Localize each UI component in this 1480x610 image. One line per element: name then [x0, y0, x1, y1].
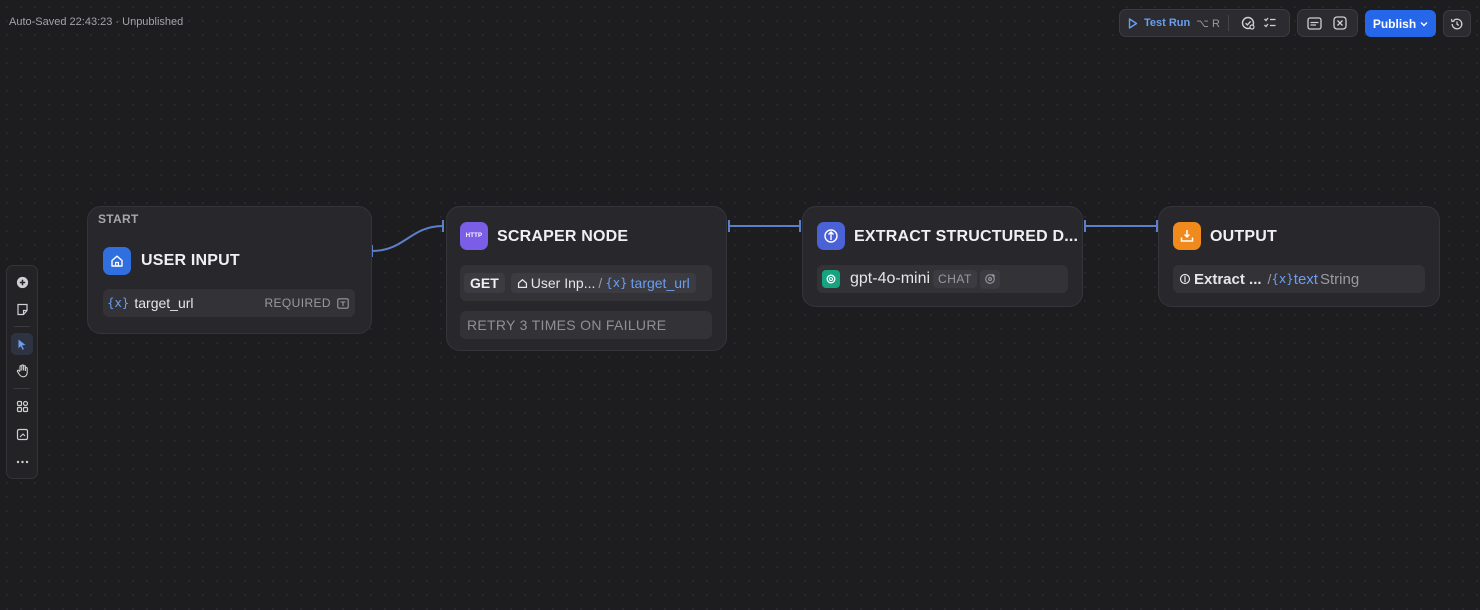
test-run-label: Test Run — [1144, 17, 1191, 29]
required-label: REQUIRED — [264, 296, 331, 310]
variables-button[interactable] — [1329, 12, 1351, 34]
source-node-name: Extract ... — [1194, 270, 1262, 288]
test-run-group: Test Run ⌥ R — [1119, 9, 1290, 37]
play-icon — [1128, 17, 1138, 29]
variable-icon: {x} — [107, 296, 130, 310]
extract-icon — [1179, 273, 1191, 285]
extract-icon — [817, 222, 845, 250]
more-icon — [16, 460, 28, 464]
request-url-field[interactable]: GET User Inp... / {x} target_url — [460, 265, 712, 301]
version-history-button[interactable] — [1443, 10, 1471, 37]
variable-x-icon — [1333, 16, 1347, 30]
note-icon — [16, 303, 28, 315]
hand-icon — [16, 364, 28, 378]
variable-name: text — [1293, 270, 1318, 288]
variable-reference: User Inp... / {x} target_url — [510, 273, 696, 293]
source-node-name: User Inp... — [530, 275, 596, 291]
env-group — [1297, 9, 1358, 37]
more-options-button[interactable] — [11, 451, 33, 473]
field-name: target_url — [134, 295, 194, 311]
home-icon — [103, 247, 131, 275]
pointer-mode-button[interactable] — [11, 333, 33, 355]
chevron-down-icon — [1420, 21, 1428, 26]
test-run-shortcut: ⌥ R — [1196, 17, 1220, 30]
text-input-icon — [337, 297, 349, 309]
openai-icon — [822, 270, 840, 288]
checklist-icon — [1263, 17, 1276, 28]
user-input-title: USER INPUT — [141, 252, 240, 269]
pointer-icon — [18, 339, 26, 350]
publish-label: Publish — [1372, 16, 1417, 31]
model-name: gpt-4o-mini — [850, 270, 931, 287]
add-circle-icon — [16, 276, 28, 288]
retry-setting[interactable]: RETRY 3 TIMES ON FAILURE — [460, 311, 712, 339]
canvas-toolbar — [6, 265, 38, 479]
path-separator: / — [598, 275, 603, 291]
variable-type: String — [1319, 270, 1360, 288]
checklist-status-icon — [1241, 16, 1255, 30]
output-icon — [1173, 222, 1201, 250]
minimap-button[interactable] — [11, 423, 33, 445]
env-icon — [1307, 16, 1322, 30]
output-node-title: OUTPUT — [1210, 228, 1277, 245]
start-tag: START — [98, 212, 139, 226]
retry-label: RETRY 3 TIMES ON FAILURE — [467, 317, 667, 333]
add-note-button[interactable] — [11, 298, 33, 320]
checklist-button[interactable] — [1259, 12, 1281, 34]
minimap-icon — [16, 428, 28, 440]
extract-node-title: EXTRACT STRUCTURED D... — [854, 228, 1079, 245]
add-node-button[interactable] — [11, 271, 33, 293]
variable-icon: {x} — [1271, 272, 1294, 286]
scraper-node-title: SCRAPER NODE — [497, 228, 629, 245]
test-run-button[interactable]: Test Run — [1128, 17, 1190, 29]
variable-icon: {x} — [605, 276, 628, 290]
http-icon: HTTP — [460, 222, 488, 250]
blocks-icon — [16, 400, 28, 412]
organize-blocks-button[interactable] — [11, 395, 33, 417]
checklist-status-button[interactable] — [1237, 12, 1259, 34]
output-variable-field[interactable]: Extract ... / {x} text String — [1173, 265, 1425, 293]
history-icon — [1450, 18, 1463, 29]
target-url-field[interactable]: {x} target_url REQUIRED — [103, 289, 355, 317]
autosave-status: Auto-Saved 22:43:23 · Unpublished — [9, 16, 184, 28]
model-selector[interactable]: gpt-4o-mini CHAT — [817, 265, 1068, 293]
variable-name: target_url — [630, 275, 690, 291]
http-method: GET — [464, 273, 505, 293]
home-icon — [517, 278, 527, 288]
hand-mode-button[interactable] — [11, 360, 33, 382]
publish-button[interactable]: Publish — [1365, 10, 1436, 37]
env-button[interactable] — [1304, 12, 1326, 34]
chat-mode-badge: CHAT — [933, 270, 977, 288]
model-settings-icon[interactable] — [979, 269, 1000, 289]
